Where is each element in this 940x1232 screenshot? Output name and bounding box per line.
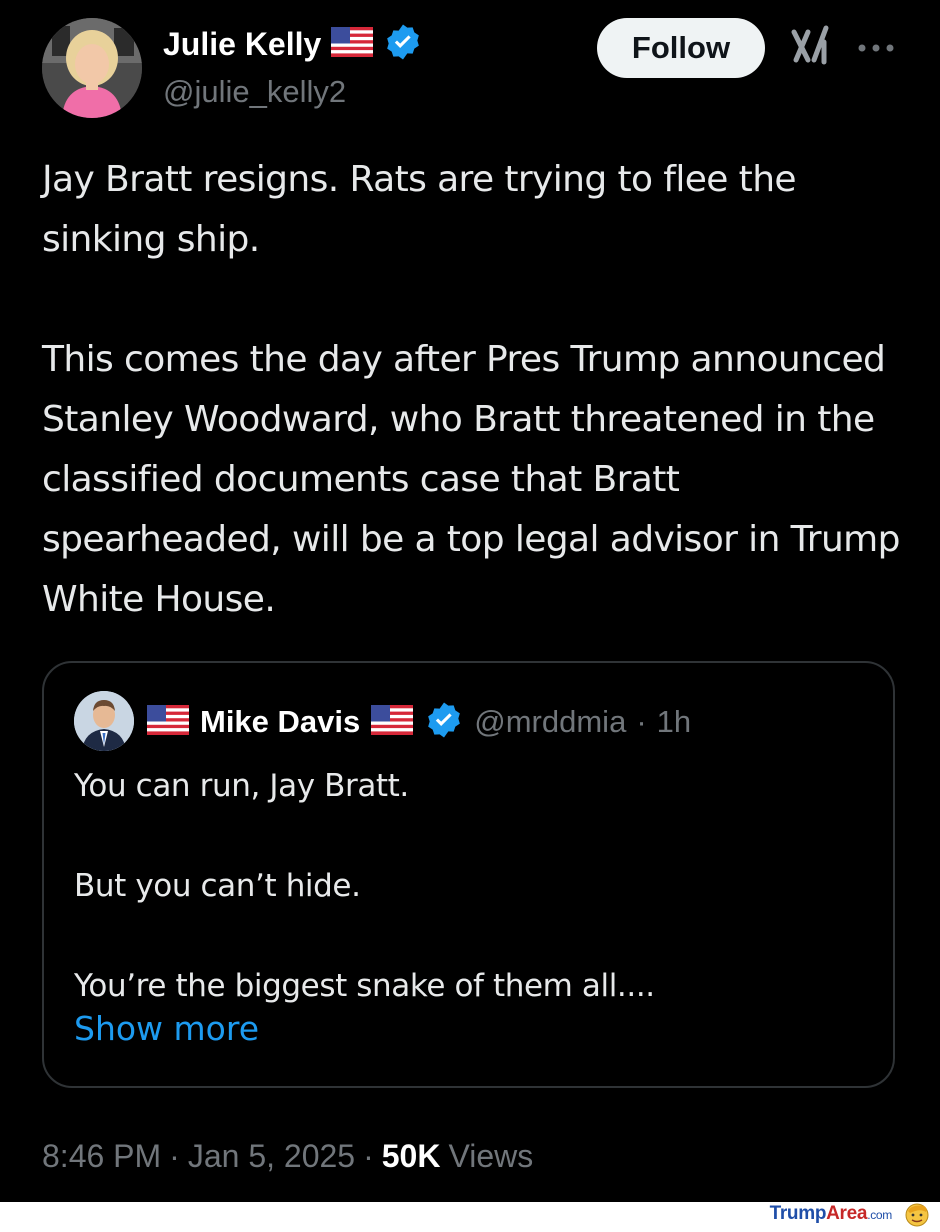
us-flag-icon	[146, 704, 190, 740]
meta-separator: ·	[169, 1137, 180, 1174]
tweet-card: Julie Kelly @julie_kelly2 Follow Jay Bra…	[0, 0, 940, 1202]
author-avatar[interactable]	[42, 18, 142, 118]
watermark-bar: TrumpArea.com	[0, 1202, 940, 1227]
quoted-author-handle[interactable]: @mrddmia	[474, 704, 626, 740]
tweet-text: Jay Bratt resigns. Rats are trying to fl…	[42, 150, 912, 630]
more-options-icon[interactable]	[856, 38, 896, 58]
quoted-header: Mike Davis @mrddmia · 1h	[146, 699, 691, 745]
quoted-line: But you can’t hide.	[74, 868, 361, 904]
quoted-line: You can run, Jay Bratt.	[74, 768, 409, 804]
watermark-brand-a: Trump	[769, 1203, 827, 1224]
us-flag-icon	[331, 26, 374, 62]
meta-separator: ·	[363, 1137, 374, 1174]
show-more-link[interactable]: Show more	[74, 1009, 259, 1048]
quoted-timestamp[interactable]: 1h	[657, 704, 691, 740]
grok-icon[interactable]	[788, 24, 832, 68]
quoted-separator: ·	[636, 704, 647, 739]
quoted-line: You’re the biggest snake of them all....	[74, 968, 655, 1004]
tweet-date[interactable]: Jan 5, 2025	[188, 1138, 355, 1175]
watermark-brand-b: Area	[826, 1203, 868, 1224]
watermark-brand-c: .com	[867, 1208, 892, 1222]
views-count: 50K	[381, 1137, 441, 1174]
watermark-brand: TrumpArea.com	[769, 1203, 893, 1225]
us-flag-icon	[370, 704, 414, 740]
tweet-meta: 8:46 PM · Jan 5, 2025 · 50K Views	[42, 1134, 533, 1178]
quoted-author-name[interactable]: Mike Davis	[200, 704, 360, 740]
author-name[interactable]: Julie Kelly	[163, 26, 321, 63]
views-label: Views	[448, 1137, 534, 1174]
tweet-time[interactable]: 8:46 PM	[42, 1138, 161, 1175]
follow-button[interactable]: Follow	[597, 18, 765, 78]
mike-davis-avatar	[74, 691, 134, 751]
author-handle[interactable]: @julie_kelly2	[163, 74, 346, 110]
quoted-tweet[interactable]: Mike Davis @mrddmia · 1h You can run, Ja…	[42, 661, 895, 1088]
quoted-text: You can run, Jay Bratt. But you can’t hi…	[74, 761, 864, 1011]
verified-badge-icon	[383, 22, 423, 67]
tweet-paragraph: Jay Bratt resigns. Rats are trying to fl…	[42, 159, 797, 260]
tweet-paragraph: This comes the day after Pres Trump anno…	[42, 339, 900, 620]
trump-face-icon	[904, 1202, 930, 1227]
verified-badge-icon	[424, 700, 464, 745]
julie-kelly-avatar	[42, 18, 142, 118]
author-name-row: Julie Kelly	[163, 22, 423, 66]
quoted-author-avatar[interactable]	[74, 691, 134, 751]
